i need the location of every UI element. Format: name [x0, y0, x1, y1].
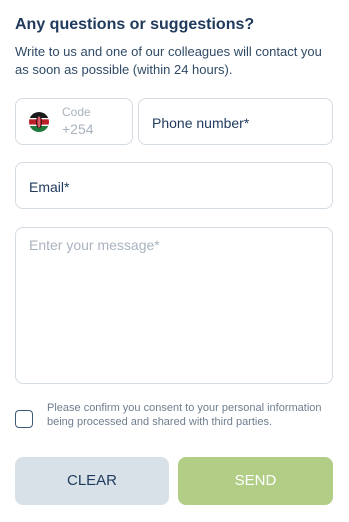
- clear-button[interactable]: CLEAR: [15, 457, 169, 505]
- country-code-value: +254: [62, 121, 94, 137]
- email-field[interactable]: Email*: [15, 162, 333, 209]
- phone-number-field[interactable]: Phone number*: [138, 98, 333, 145]
- country-code-select[interactable]: Code +254: [15, 98, 133, 145]
- message-textarea[interactable]: Enter your message*: [15, 227, 333, 384]
- send-button[interactable]: SEND: [178, 457, 333, 505]
- form-subtitle: Write to us and one of our colleagues wi…: [15, 44, 322, 77]
- phone-number-label: Phone number*: [152, 115, 250, 131]
- consent-text: Please confirm you consent to your perso…: [47, 402, 322, 428]
- form-title: Any questions or suggestions?: [15, 16, 255, 33]
- consent-checkbox[interactable]: [15, 410, 33, 428]
- message-placeholder: Enter your message*: [29, 237, 160, 253]
- kenya-flag-icon: [29, 112, 49, 132]
- country-code-label: Code: [62, 105, 91, 119]
- email-label: Email*: [29, 179, 70, 195]
